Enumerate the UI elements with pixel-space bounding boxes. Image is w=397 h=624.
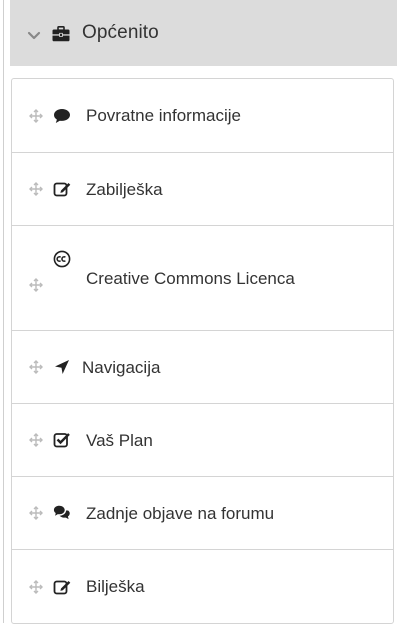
- block-label: Navigacija: [82, 357, 161, 377]
- comment-icon: [53, 107, 71, 125]
- block-item-vas-plan[interactable]: Vaš Plan: [12, 404, 393, 477]
- location-arrow-icon: [53, 358, 71, 376]
- block-label: Povratne informacije: [86, 106, 241, 125]
- block-label: Zabilješka: [86, 179, 163, 199]
- edit-note-icon: [53, 578, 71, 596]
- block-item-creative-commons[interactable]: Creative Commons Licenca: [12, 226, 393, 331]
- block-item-navigacija[interactable]: Navigacija: [12, 331, 393, 404]
- block-label: Zadnje objave na forumu: [86, 503, 275, 523]
- move-icon[interactable]: [29, 182, 43, 196]
- move-icon[interactable]: [29, 108, 43, 123]
- chevron-down-icon[interactable]: [27, 29, 41, 43]
- move-icon[interactable]: [29, 360, 43, 374]
- creative-commons-icon: [53, 250, 71, 268]
- section-title: Općenito: [82, 22, 159, 43]
- block-item-zabiljeska[interactable]: Zabilješka: [12, 153, 393, 226]
- move-icon[interactable]: [29, 278, 43, 292]
- edit-note-icon: [53, 180, 71, 198]
- block-panel: Općenito Povratne informacije Zabilješka: [10, 0, 397, 624]
- section-header-opcenito[interactable]: Općenito: [10, 0, 397, 66]
- block-item-povratne-informacije[interactable]: Povratne informacije: [12, 79, 393, 153]
- block-label: Vaš Plan: [86, 430, 153, 450]
- left-divider: [3, 0, 4, 623]
- briefcase-icon: [52, 26, 70, 42]
- comments-icon: [53, 504, 71, 522]
- block-item-biljeska[interactable]: Bilješka: [12, 550, 393, 623]
- move-icon[interactable]: [29, 579, 43, 594]
- block-list: Povratne informacije Zabilješka Creative…: [11, 78, 394, 624]
- checkbox-checked-icon: [53, 431, 71, 449]
- block-label: Creative Commons Licenca: [86, 268, 295, 288]
- move-icon[interactable]: [29, 506, 43, 520]
- move-icon[interactable]: [29, 433, 43, 447]
- block-item-zadnje-objave[interactable]: Zadnje objave na forumu: [12, 477, 393, 550]
- block-label: Bilješka: [86, 577, 145, 596]
